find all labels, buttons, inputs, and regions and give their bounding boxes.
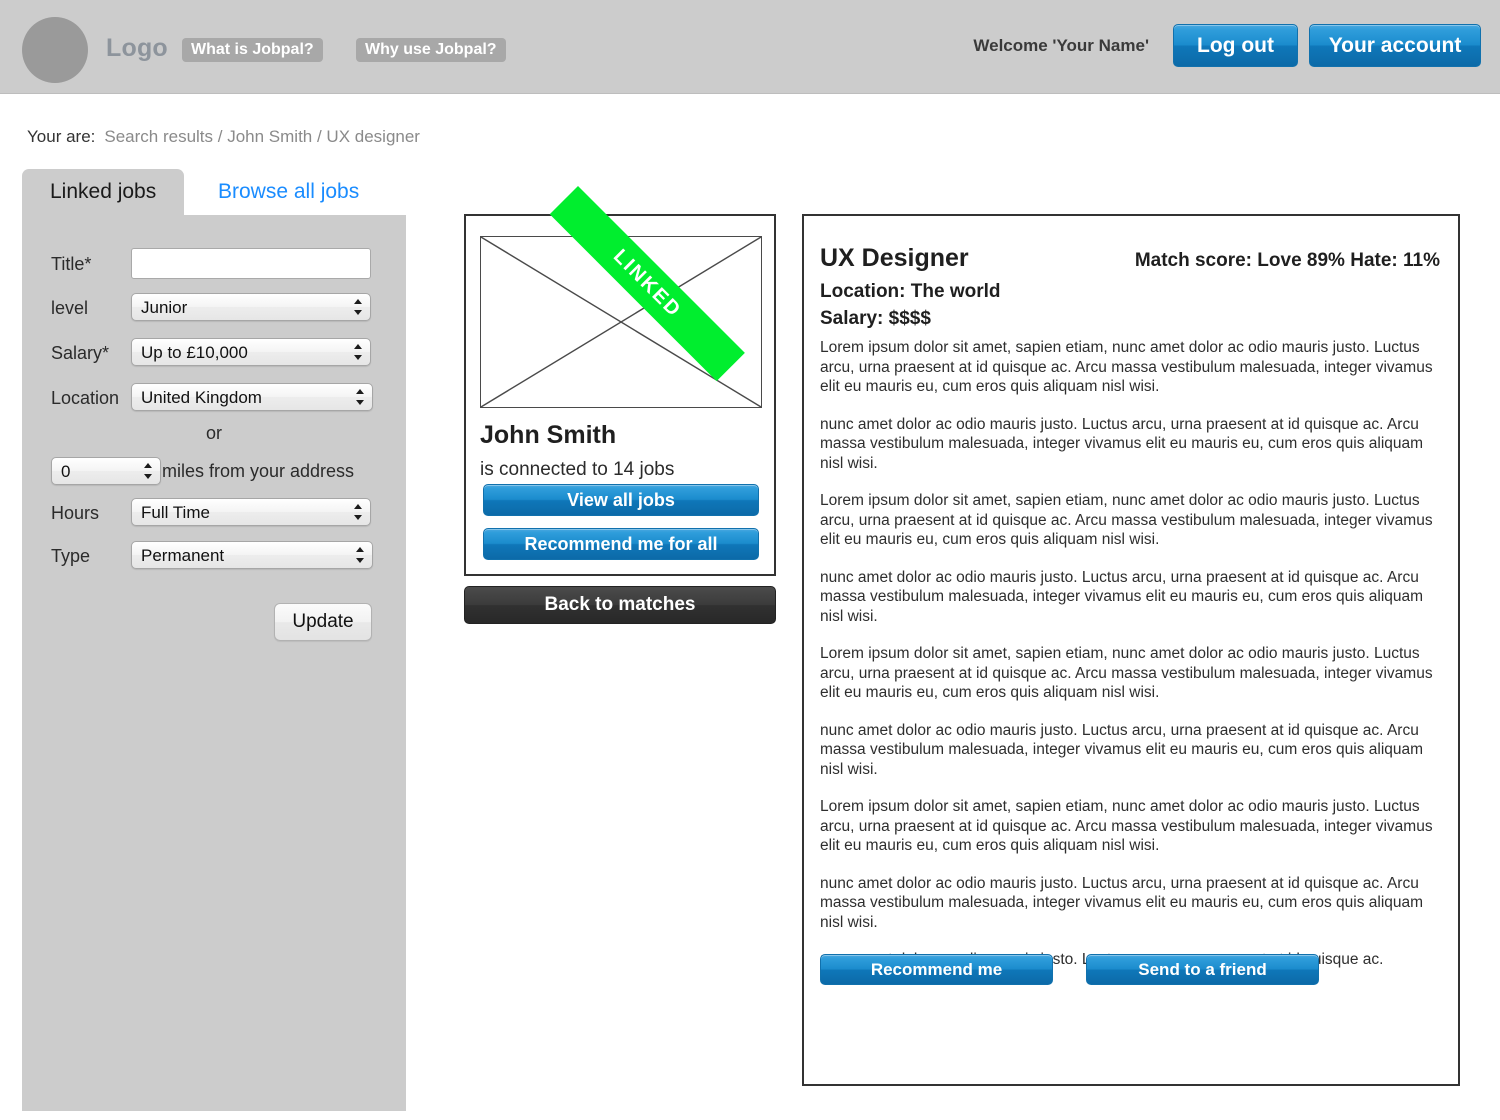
job-description-paragraph: nunc amet dolor ac odio mauris justo. Lu… xyxy=(820,721,1424,778)
job-description-paragraph: Lorem ipsum dolor sit amet, sapien etiam… xyxy=(820,339,1433,395)
miles-select-value: 0 xyxy=(61,462,71,481)
stepper-arrows-icon xyxy=(144,462,153,480)
logo[interactable]: Logo xyxy=(106,34,168,63)
hours-select-value: Full Time xyxy=(141,503,210,522)
photo-placeholder-icon xyxy=(480,236,762,408)
welcome-message: Welcome 'Your Name' xyxy=(973,36,1149,55)
job-description-paragraph: nunc amet dolor ac odio mauris justo. Lu… xyxy=(820,568,1424,625)
breadcrumb: Your are: Search results / John Smith / U… xyxy=(27,127,420,147)
profile-column: LINKED John Smith is connected to 14 job… xyxy=(464,186,776,624)
job-salary: Salary: $$$$ xyxy=(820,308,931,329)
stepper-arrows-icon xyxy=(354,298,363,316)
recommend-me-button[interactable]: Recommend me xyxy=(820,954,1053,985)
logout-button[interactable]: Log out xyxy=(1173,24,1298,67)
nav-why-use-jobpal[interactable]: Why use Jobpal? xyxy=(356,38,506,62)
type-label: Type xyxy=(51,546,91,566)
view-all-jobs-button[interactable]: View all jobs xyxy=(483,484,759,516)
or-separator: or xyxy=(205,423,222,443)
type-select[interactable]: Permanent xyxy=(131,541,373,569)
title-label: Title* xyxy=(51,254,92,274)
job-description-paragraph: Lorem ipsum dolor sit amet, sapien etiam… xyxy=(820,798,1433,854)
salary-label: Salary* xyxy=(51,343,110,363)
tab-browse-all-jobs[interactable]: Browse all jobs xyxy=(218,169,359,215)
level-select[interactable]: Junior xyxy=(131,293,371,321)
tab-linked-jobs[interactable]: Linked jobs xyxy=(22,169,185,215)
salary-select[interactable]: Up to £10,000 xyxy=(131,338,371,366)
job-action-bar: Recommend me Send to a friend xyxy=(820,954,1440,986)
stepper-arrows-icon xyxy=(356,388,365,406)
update-button[interactable]: Update xyxy=(274,603,372,641)
nav-what-is-jobpal[interactable]: What is Jobpal? xyxy=(182,38,323,62)
location-select-value: United Kingdom xyxy=(141,388,262,407)
recommend-me-for-all-button[interactable]: Recommend me for all xyxy=(483,528,759,560)
stepper-arrows-icon xyxy=(354,343,363,361)
breadcrumb-label: Your are: xyxy=(27,127,96,146)
location-label: Location xyxy=(51,388,120,408)
profile-card: LINKED John Smith is connected to 14 job… xyxy=(464,186,776,576)
job-location: Location: The world xyxy=(820,281,1001,302)
job-description: Lorem ipsum dolor sit amet, sapien etiam… xyxy=(820,338,1438,988)
miles-select[interactable]: 0 xyxy=(51,457,161,485)
profile-connection-count: is connected to 14 jobs xyxy=(480,459,675,480)
hours-select[interactable]: Full Time xyxy=(131,498,371,526)
stepper-arrows-icon xyxy=(356,546,365,564)
type-select-value: Permanent xyxy=(141,546,225,565)
job-detail-panel: UX Designer Match score: Love 89% Hate: … xyxy=(802,214,1460,1086)
your-account-button[interactable]: Your account xyxy=(1309,24,1481,67)
avatar xyxy=(22,17,88,83)
job-description-paragraph: nunc amet dolor ac odio mauris justo. Lu… xyxy=(820,415,1424,472)
level-label: level xyxy=(51,298,89,318)
match-score: Match score: Love 89% Hate: 11% xyxy=(1134,250,1440,271)
stepper-arrows-icon xyxy=(354,503,363,521)
job-description-paragraph: Lorem ipsum dolor sit amet, sapien etiam… xyxy=(820,645,1433,701)
job-title: UX Designer xyxy=(820,244,969,272)
site-header: Logo What is Jobpal? Why use Jobpal? Wel… xyxy=(0,0,1500,94)
hours-label: Hours xyxy=(51,503,100,523)
title-input[interactable] xyxy=(131,248,371,279)
salary-select-value: Up to £10,000 xyxy=(141,343,248,362)
profile-name: John Smith xyxy=(480,421,617,449)
job-description-paragraph: Lorem ipsum dolor sit amet, sapien etiam… xyxy=(820,492,1433,548)
job-description-paragraph: nunc amet dolor ac odio mauris justo. Lu… xyxy=(820,874,1424,931)
miles-suffix-label: miles from your address xyxy=(162,461,355,481)
filters-sidebar: Title* level Junior Salary* Up to £10,00… xyxy=(22,215,406,1111)
send-to-a-friend-button[interactable]: Send to a friend xyxy=(1086,954,1319,985)
breadcrumb-path[interactable]: Search results / John Smith / UX designe… xyxy=(104,127,420,146)
location-select[interactable]: United Kingdom xyxy=(131,383,373,411)
level-select-value: Junior xyxy=(141,298,188,317)
back-to-matches-button[interactable]: Back to matches xyxy=(464,586,776,624)
